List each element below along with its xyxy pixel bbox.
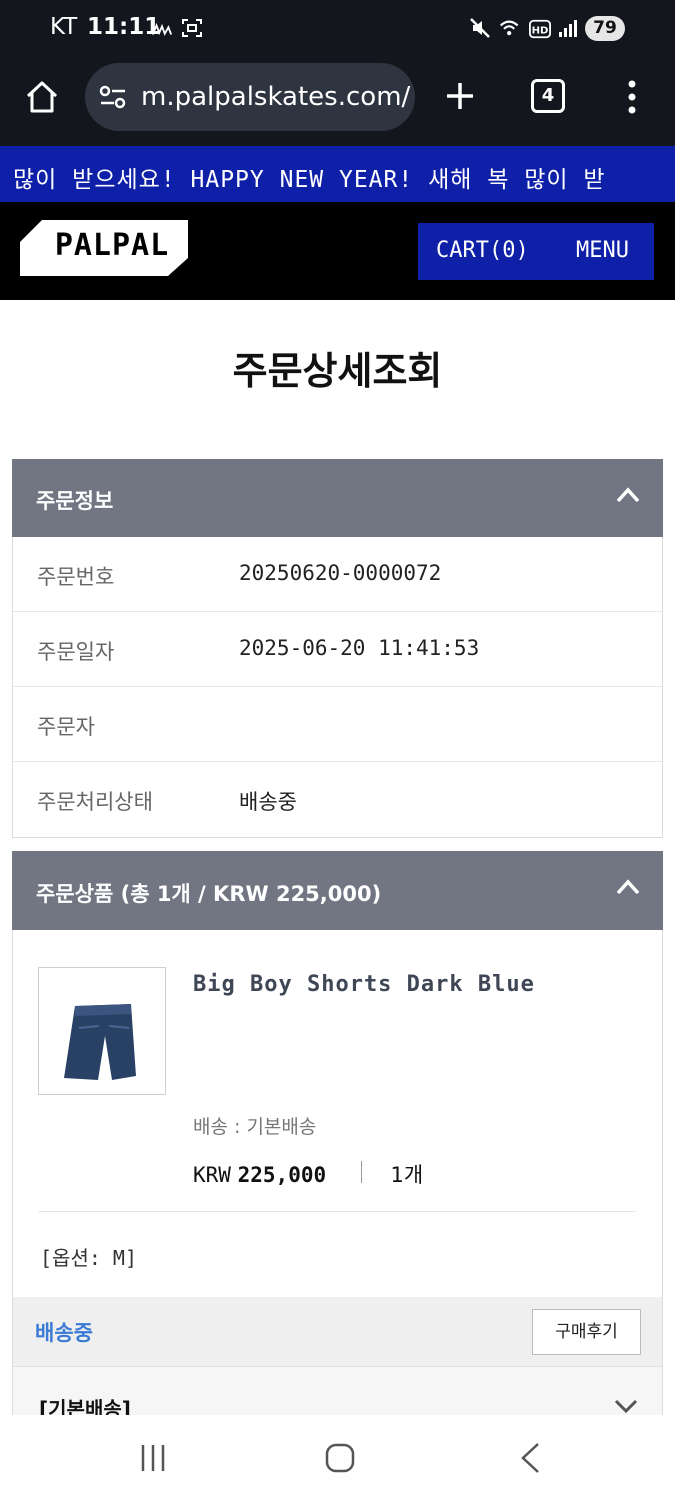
screenshot-icon [182,19,202,37]
product-thumbnail[interactable] [38,967,166,1095]
url-text: m.palpalskates.com/ [141,82,411,112]
order-items-body: Big Boy Shorts Dark Blue 배송 : 기본배송 KRW 2… [12,930,663,1416]
order-status-value: 배송중 [239,790,297,814]
product-option: [옵션: M] [40,1246,138,1270]
order-date-label: 주문일자 [37,640,115,664]
marquee-text: 복 많이 받으세요! HAPPY NEW YEAR! 새해 복 많이 받 [0,167,606,193]
shipping-group-toggle[interactable]: [기본배송] [13,1366,662,1416]
collapse-chevron-up-icon[interactable] [616,487,640,503]
back-icon[interactable] [518,1442,542,1474]
battery-level: 79 [585,16,625,41]
home-nav-icon[interactable] [324,1442,356,1474]
more-options-icon[interactable] [624,79,640,115]
status-bar: KT 11:11 HD 79 [0,0,675,58]
order-status-label: 주문처리상태 [37,790,153,814]
price-divider [360,1161,362,1183]
item-status-bar: 배송중 구매후기 [13,1297,662,1366]
home-icon[interactable] [24,79,60,115]
carrier-label: KT [50,14,78,40]
menu-button[interactable]: MENU [576,238,629,263]
palpal-logo[interactable]: PALPAL [20,220,188,276]
product-shipping-method: 배송 : 기본배송 [193,1116,317,1138]
order-items-title: 주문상품 (총 1개 / KRW 225,000) [36,882,382,906]
order-info-title: 주문정보 [36,489,114,513]
page-title: 주문상세조회 [232,349,443,393]
cart-menu-group: CART(0) MENU [418,223,654,280]
price-amount: 225,000 [237,1163,327,1187]
svg-text:HD: HD [532,26,549,37]
signal-icon [559,20,577,37]
order-number-row: 주문번호 20250620-0000072 [13,537,662,612]
site-settings-icon[interactable] [99,84,127,110]
chevron-down-icon[interactable] [614,1399,638,1413]
order-status-row: 주문처리상태 배송중 [13,762,662,837]
mute-icon [470,18,490,38]
order-number-value: 20250620-0000072 [239,561,442,585]
order-info-body: 주문번호 20250620-0000072 주문일자 2025-06-20 11… [12,537,663,838]
announcement-marquee: 복 많이 받으세요! HAPPY NEW YEAR! 새해 복 많이 받 [0,146,675,202]
product-price-line: KRW 225,000 1개 [193,1159,423,1189]
new-tab-icon[interactable] [444,80,476,112]
price-currency: KRW [193,1163,231,1187]
site-header: PALPAL CART(0) MENU [0,202,675,300]
cart-button[interactable]: CART(0) [436,238,529,263]
item-divider [38,1211,636,1212]
browser-toolbar: m.palpalskates.com/ 4 [0,58,675,146]
system-nav-bar [0,1415,675,1500]
orderer-row: 주문자 [13,687,662,762]
order-items-header[interactable]: 주문상품 (총 1개 / KRW 225,000) [12,851,663,930]
product-quantity: 1개 [390,1163,424,1187]
orderer-label: 주문자 [37,715,95,739]
notification-icon [151,22,173,36]
item-status: 배송중 [35,1321,93,1345]
order-number-label: 주문번호 [37,565,115,589]
shorts-image [64,1004,136,1080]
write-review-button[interactable]: 구매후기 [532,1309,641,1355]
logo-text: PALPAL [55,228,169,263]
address-bar[interactable]: m.palpalskates.com/ [85,63,415,131]
order-info-header[interactable]: 주문정보 [12,459,663,537]
wifi-icon [499,20,519,36]
clock: 11:11 [87,14,161,40]
shipping-group-title: [기본배송] [39,1397,131,1416]
order-date-value: 2025-06-20 11:41:53 [239,636,480,660]
product-name[interactable]: Big Boy Shorts Dark Blue [193,972,535,997]
hd-voice-icon: HD [529,19,551,39]
collapse-chevron-up-icon[interactable] [616,879,640,895]
tab-switcher-button[interactable]: 4 [531,79,565,113]
recent-apps-icon[interactable] [138,1443,168,1473]
order-date-row: 주문일자 2025-06-20 11:41:53 [13,612,662,687]
